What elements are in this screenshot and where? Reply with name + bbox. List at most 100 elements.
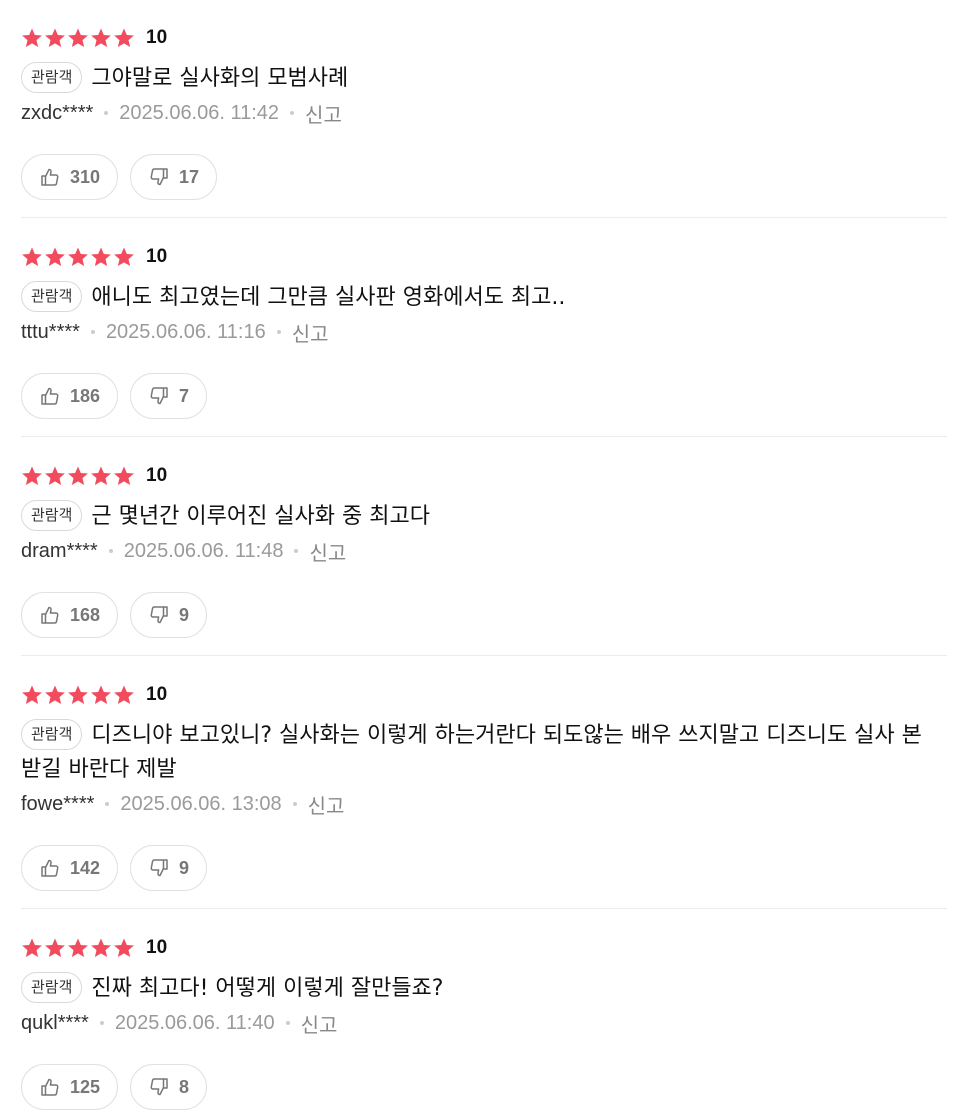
review-comment: 관람객 디즈니야 보고있니? 실사화는 이렇게 하는거란다 되도않는 배우 쓰지말… [21, 719, 947, 787]
dislike-button[interactable]: 9 [130, 592, 208, 638]
review-list: 10 관람객 그야말로 실사화의 모범사례 zxdc**** 2025.06.06… [0, 0, 963, 1110]
star-icon [21, 246, 43, 268]
rating-score: 10 [146, 937, 168, 958]
star-icon [113, 937, 135, 959]
star-icon [113, 684, 135, 706]
like-button[interactable]: 186 [21, 373, 119, 419]
meta-separator [105, 802, 110, 806]
vote-actions: 168 9 [21, 592, 947, 638]
star-icon [90, 27, 112, 49]
review-author: tttu**** [21, 320, 80, 343]
star-icon [90, 937, 112, 959]
meta-separator [104, 111, 109, 115]
star-icon [113, 465, 135, 487]
dislike-count: 8 [179, 1076, 190, 1097]
viewer-badge: 관람객 [21, 972, 83, 1003]
like-count: 186 [70, 385, 101, 406]
star-icon [90, 246, 112, 268]
review-author: qukl**** [21, 1011, 89, 1034]
like-button[interactable]: 310 [21, 154, 119, 200]
star-rating [21, 684, 135, 706]
report-link[interactable]: 신고 [308, 790, 345, 819]
rating-score: 10 [146, 684, 168, 705]
star-rating [21, 27, 135, 49]
star-icon [113, 27, 135, 49]
meta-separator [99, 1021, 104, 1025]
thumbs-up-icon [40, 605, 60, 625]
vote-actions: 142 9 [21, 845, 947, 891]
meta-separator [290, 111, 295, 115]
star-icon [90, 465, 112, 487]
rating-row: 10 [21, 936, 947, 960]
thumbs-up-icon [40, 858, 60, 878]
rating-score: 10 [146, 246, 168, 267]
review-comment: 관람객 애니도 최고였는데 그만큼 실사판 영화에서도 최고.. [21, 281, 947, 315]
review-comment: 관람객 근 몇년간 이루어진 실사화 중 최고다 [21, 500, 947, 534]
star-icon [21, 465, 43, 487]
dislike-count: 17 [179, 166, 200, 187]
review-author: zxdc**** [21, 101, 94, 124]
review-item: 10 관람객 디즈니야 보고있니? 실사화는 이렇게 하는거란다 되도않는 배우 … [21, 656, 947, 909]
thumbs-up-icon [40, 1077, 60, 1097]
review-meta: zxdc**** 2025.06.06. 11:42 신고 [21, 98, 947, 128]
star-icon [67, 684, 89, 706]
dislike-button[interactable]: 9 [130, 845, 208, 891]
meta-separator [285, 1021, 290, 1025]
viewer-badge: 관람객 [21, 281, 83, 312]
like-button[interactable]: 125 [21, 1064, 119, 1110]
viewer-badge: 관람객 [21, 500, 83, 531]
vote-actions: 125 8 [21, 1064, 947, 1110]
meta-separator [90, 330, 95, 334]
thumbs-up-icon [40, 167, 60, 187]
like-count: 142 [70, 857, 101, 878]
review-item: 10 관람객 그야말로 실사화의 모범사례 zxdc**** 2025.06.06… [21, 0, 947, 218]
review-meta: fowe**** 2025.06.06. 13:08 신고 [21, 789, 947, 819]
star-icon [67, 246, 89, 268]
review-text: 디즈니야 보고있니? 실사화는 이렇게 하는거란다 되도않는 배우 쓰지말고 디… [21, 723, 922, 782]
review-date: 2025.06.06. 11:40 [114, 1011, 275, 1034]
vote-actions: 310 17 [21, 154, 947, 200]
vote-actions: 186 7 [21, 373, 947, 419]
star-icon [44, 27, 66, 49]
review-comment: 관람객 그야말로 실사화의 모범사례 [21, 62, 947, 96]
dislike-button[interactable]: 7 [130, 373, 208, 419]
meta-separator [108, 549, 113, 553]
rating-row: 10 [21, 245, 947, 269]
review-text: 그야말로 실사화의 모범사례 [91, 66, 349, 91]
review-date: 2025.06.06. 13:08 [120, 792, 282, 815]
report-link[interactable]: 신고 [292, 318, 329, 347]
dislike-count: 7 [179, 385, 190, 406]
star-icon [44, 246, 66, 268]
meta-separator [276, 330, 281, 334]
review-comment: 관람객 진짜 최고다! 어떻게 이렇게 잘만들죠? [21, 972, 947, 1006]
star-icon [67, 465, 89, 487]
review-date: 2025.06.06. 11:48 [123, 539, 284, 562]
rating-row: 10 [21, 683, 947, 707]
thumbs-down-icon [149, 605, 169, 625]
meta-separator [294, 549, 299, 553]
like-count: 168 [70, 604, 101, 625]
star-icon [44, 684, 66, 706]
review-author: dram**** [21, 539, 98, 562]
review-meta: qukl**** 2025.06.06. 11:40 신고 [21, 1008, 947, 1038]
viewer-badge: 관람객 [21, 719, 83, 750]
star-icon [67, 937, 89, 959]
thumbs-down-icon [149, 858, 169, 878]
meta-separator [292, 802, 297, 806]
report-link[interactable]: 신고 [305, 99, 342, 128]
report-link[interactable]: 신고 [309, 537, 346, 566]
like-button[interactable]: 168 [21, 592, 119, 638]
report-link[interactable]: 신고 [301, 1009, 338, 1038]
star-icon [21, 27, 43, 49]
like-count: 310 [70, 166, 101, 187]
star-rating [21, 465, 135, 487]
review-item: 10 관람객 근 몇년간 이루어진 실사화 중 최고다 dram**** 2025… [21, 437, 947, 656]
dislike-button[interactable]: 8 [130, 1064, 208, 1110]
star-icon [113, 246, 135, 268]
dislike-button[interactable]: 17 [130, 154, 218, 200]
rating-score: 10 [146, 465, 168, 486]
like-button[interactable]: 142 [21, 845, 119, 891]
review-text: 진짜 최고다! 어떻게 이렇게 잘만들죠? [91, 976, 444, 1001]
thumbs-down-icon [149, 1077, 169, 1097]
star-icon [44, 465, 66, 487]
